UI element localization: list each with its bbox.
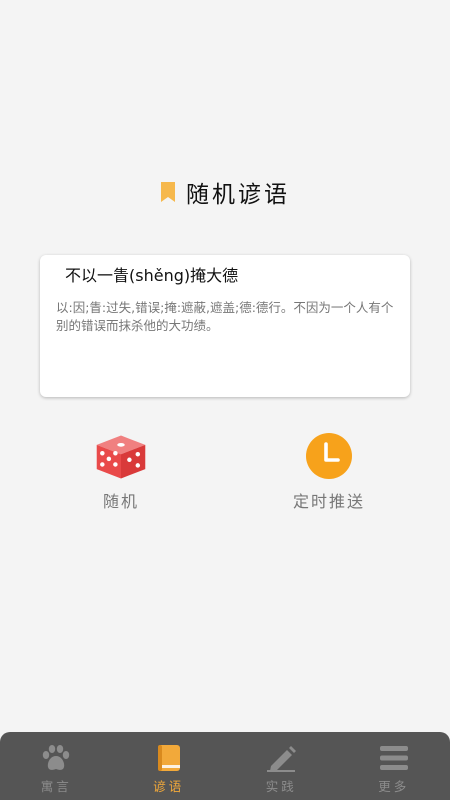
scheduled-push-button[interactable]: 定时推送 [264,432,394,512]
tab-fables[interactable]: 寓言 [0,732,113,800]
menu-icon [379,746,408,770]
clock-icon [306,433,352,479]
tab-proverbs[interactable]: 谚语 [113,732,226,800]
proverb-text: 不以一眚(shěng)掩大德 [65,266,239,285]
bookmark-icon [161,182,175,202]
page-title-text: 随机谚语 [186,182,290,208]
proverb-card: 不以一眚(shěng)掩大德 以:因;眚:过失,错误;掩:遮蔽,遮盖;德:德行。… [40,255,410,397]
book-icon [157,745,180,771]
paw-icon [43,745,70,770]
page-title: 随机谚语 [0,172,450,212]
scheduled-push-label: 定时推送 [292,492,365,511]
random-button[interactable]: 随机 [68,432,174,512]
tab-proverbs-label: 谚语 [153,779,185,794]
random-button-label: 随机 [102,492,139,511]
tab-practice-label: 实践 [265,779,297,794]
dice-icon [96,435,146,479]
tab-more[interactable]: 更多 [338,732,450,800]
bottom-tab-bar: 寓言 谚语 实践 更多 [0,732,450,800]
pencil-icon [267,746,297,772]
proverb-explanation: 以:因;眚:过失,错误;掩:遮蔽,遮盖;德:德行。不因为一个人有个别的错误而抹杀… [56,300,394,333]
tab-practice[interactable]: 实践 [225,732,338,800]
tab-more-label: 更多 [378,779,410,794]
tab-fables-label: 寓言 [40,779,72,794]
